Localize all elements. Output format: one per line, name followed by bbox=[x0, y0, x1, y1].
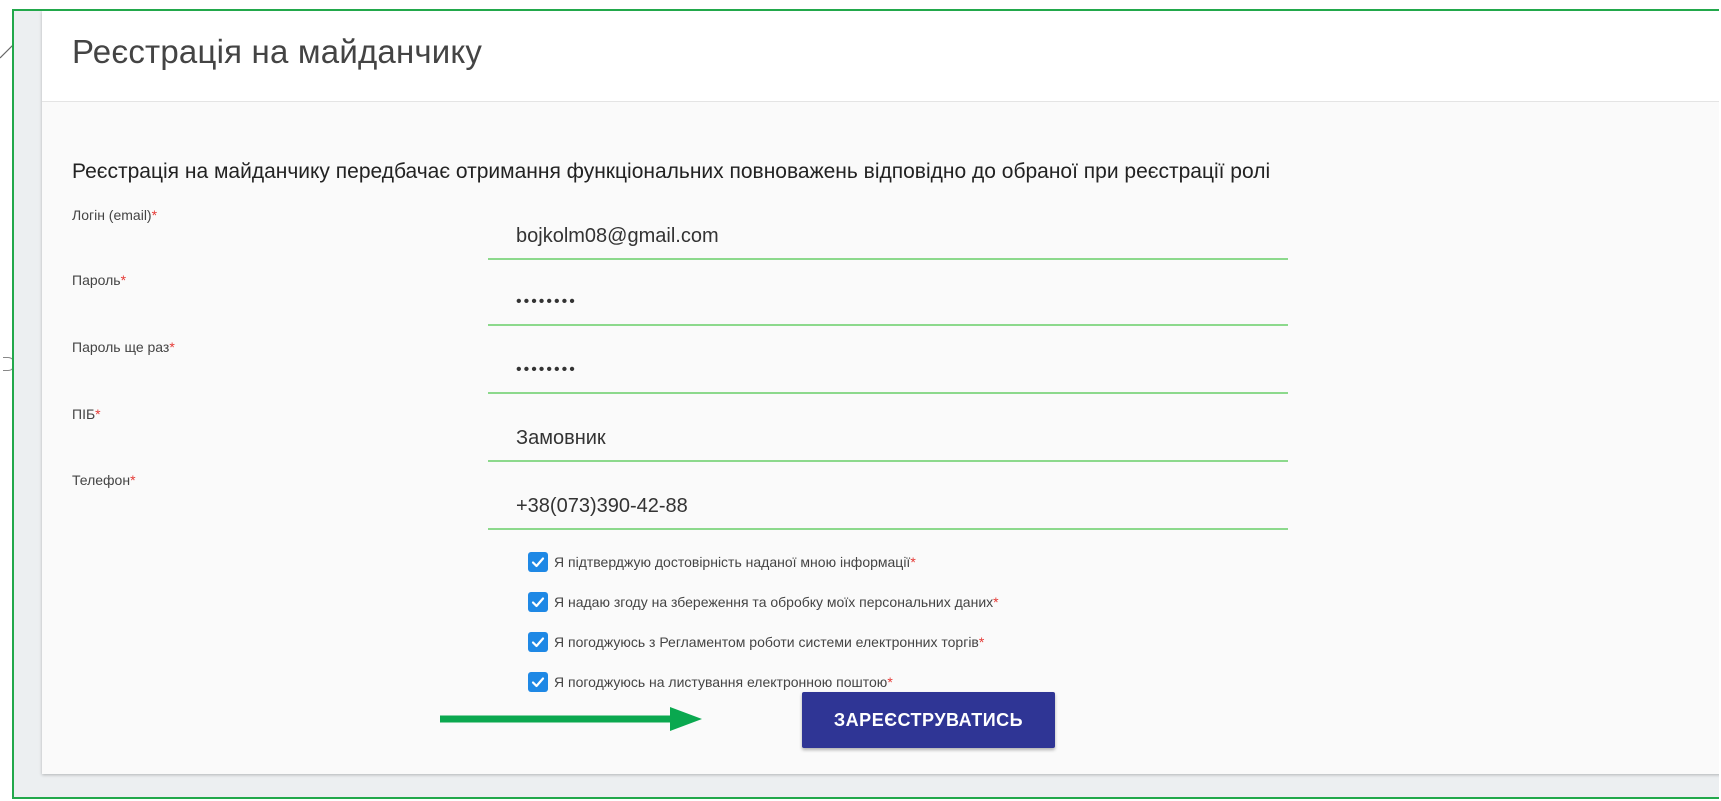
password-confirm-input[interactable] bbox=[488, 348, 1288, 394]
checkbox-label: Я погоджуюсь з Регламентом роботи систем… bbox=[554, 634, 985, 650]
screenshot-frame: Реєстрація на майданчику Реєстрація на м… bbox=[12, 9, 1719, 799]
checkbox-regulations[interactable]: Я погоджуюсь з Регламентом роботи систем… bbox=[528, 630, 984, 654]
check-icon[interactable] bbox=[528, 632, 548, 652]
arrow-right-icon bbox=[440, 707, 702, 731]
full-name-input[interactable] bbox=[488, 416, 1288, 462]
phone-label: Телефон* bbox=[72, 472, 136, 488]
register-button[interactable]: ЗАРЕЄСТРУВАТИСЬ bbox=[802, 692, 1055, 748]
login-label: Логін (email)* bbox=[72, 207, 158, 223]
check-icon[interactable] bbox=[528, 672, 548, 692]
card-header: Реєстрація на майданчику bbox=[42, 11, 1719, 102]
form-intro-text: Реєстрація на майданчику передбачає отри… bbox=[72, 160, 1271, 183]
registration-form: Реєстрація на майданчику передбачає отри… bbox=[42, 102, 1719, 774]
checkbox-email-correspondence[interactable]: Я погоджуюсь на листування електронною п… bbox=[528, 670, 893, 694]
check-icon[interactable] bbox=[528, 592, 548, 612]
full-name-label: ПІБ* bbox=[72, 406, 101, 422]
registration-card: Реєстрація на майданчику Реєстрація на м… bbox=[42, 11, 1719, 774]
phone-input[interactable] bbox=[488, 484, 1288, 530]
checkbox-label: Я надаю згоду на збереження та обробку м… bbox=[554, 594, 999, 610]
checkbox-confirm-info[interactable]: Я підтверджую достовірність наданої мною… bbox=[528, 550, 916, 574]
checkbox-personal-data[interactable]: Я надаю згоду на збереження та обробку м… bbox=[528, 590, 999, 614]
checkbox-label: Я погоджуюсь на листування електронною п… bbox=[554, 674, 893, 690]
page-title: Реєстрація на майданчику bbox=[72, 33, 483, 70]
password-confirm-label: Пароль ще раз* bbox=[72, 339, 175, 355]
password-input[interactable] bbox=[488, 280, 1288, 326]
check-icon[interactable] bbox=[528, 552, 548, 572]
login-input[interactable] bbox=[488, 214, 1288, 260]
password-label: Пароль* bbox=[72, 272, 127, 288]
checkbox-label: Я підтверджую достовірність наданої мною… bbox=[554, 554, 916, 570]
